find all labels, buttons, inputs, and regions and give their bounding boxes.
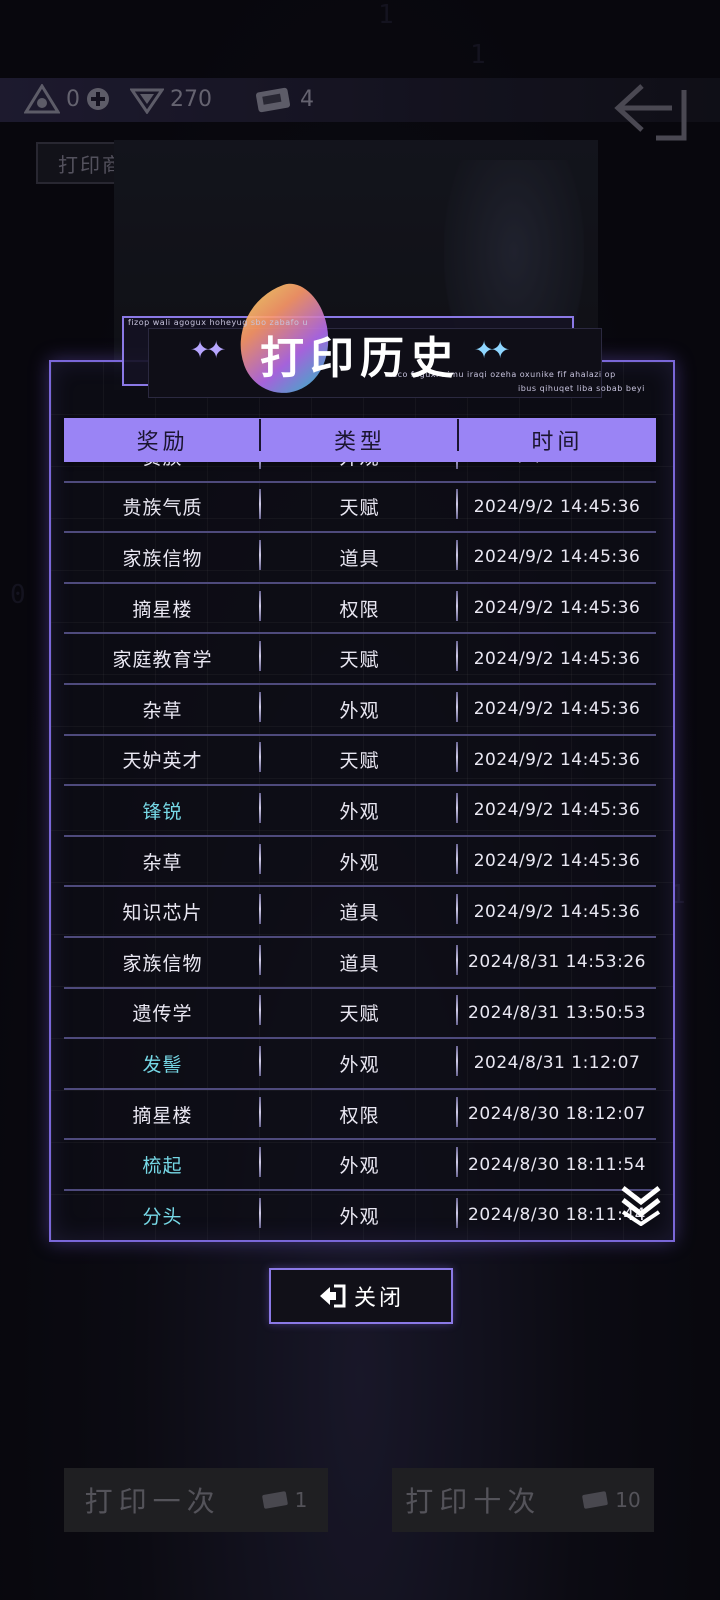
- reward-cell: 摘星楼: [64, 1096, 261, 1128]
- close-label: 关闭: [353, 1286, 404, 1311]
- reward-cell: 杂草: [64, 843, 261, 875]
- time-cell: 2024/9/2 14:45:36: [473, 800, 641, 821]
- scroll-down-chevron-icon: [621, 1186, 661, 1227]
- time-cell: 2024/9/2 14:45:36: [473, 851, 641, 872]
- type-cell: 权限: [261, 590, 458, 622]
- time-cell: 2024/8/30 18:12:07: [468, 1104, 646, 1125]
- type-cell: 外观: [261, 1147, 458, 1178]
- reward-cell: 梳起: [64, 1147, 261, 1178]
- type-cell: 权限: [261, 1096, 458, 1128]
- time-cell: 2024/9/2 14:45:36: [473, 648, 641, 669]
- time-cell: 2024/8/31 14:53:26: [468, 952, 646, 973]
- reward-cell: 家庭教育学: [64, 641, 261, 672]
- reward-cell: 知识芯片: [64, 894, 261, 925]
- type-cell: 外观: [261, 462, 458, 470]
- history-rows: 贵族外观2024/9/2 14:45:36贵族气质天赋2024/9/2 14:4…: [64, 462, 656, 1236]
- table-row: 摘星楼 权限 2024/8/30 18:12:07: [64, 1090, 656, 1141]
- table-row: 遗传学 天赋 2024/8/31 13:50:53: [64, 989, 656, 1040]
- column-header-type: 类型: [261, 419, 459, 456]
- history-table-header: 奖励 类型 时间: [64, 418, 656, 462]
- type-cell: 道具: [261, 944, 458, 976]
- history-list[interactable]: 贵族外观2024/9/2 14:45:36贵族气质天赋2024/9/2 14:4…: [64, 462, 656, 1236]
- time-cell: 2024/9/2 14:45:36: [473, 749, 641, 770]
- table-row: 贵族气质 天赋 2024/9/2 14:45:36: [64, 483, 656, 534]
- reward-cell: 贵族: [64, 462, 261, 470]
- column-header-time: 时间: [531, 430, 584, 455]
- type-cell: 天赋: [261, 995, 458, 1026]
- type-cell: 外观: [261, 1045, 458, 1077]
- type-cell: 天赋: [261, 489, 458, 520]
- type-cell: 外观: [261, 1197, 458, 1229]
- reward-cell: 分头: [64, 1197, 261, 1229]
- time-cell: 2024/9/2 14:45:36: [473, 699, 641, 720]
- table-row: 杂草 外观 2024/9/2 14:45:36: [64, 685, 656, 736]
- dialog-title: 打印历史: [260, 333, 460, 384]
- table-row: 梳起 外观 2024/8/30 18:11:54: [64, 1140, 656, 1191]
- column-header-reward: 奖励: [64, 419, 262, 456]
- table-row: 知识芯片 道具 2024/9/2 14:45:36: [64, 887, 656, 938]
- table-row: 天妒英才 天赋 2024/9/2 14:45:36: [64, 736, 656, 787]
- table-row: 发髻 外观 2024/8/31 1:12:07: [64, 1039, 656, 1090]
- close-button[interactable]: 关闭: [269, 1268, 453, 1324]
- type-cell: 外观: [261, 792, 458, 824]
- reward-cell: 锋锐: [64, 792, 261, 824]
- time-cell: 2024/9/2 14:45:36: [473, 901, 641, 922]
- type-cell: 外观: [261, 691, 458, 723]
- type-cell: 道具: [261, 894, 458, 925]
- reward-cell: 摘星楼: [64, 590, 261, 622]
- table-row: 贵族外观2024/9/2 14:45:36: [64, 462, 656, 483]
- type-cell: 天赋: [261, 742, 458, 773]
- time-cell: 2024/9/2 14:45:36: [473, 496, 641, 517]
- time-cell: 2024/8/31 13:50:53: [468, 1002, 646, 1023]
- time-cell: 2024/8/31 1:12:07: [473, 1053, 641, 1074]
- reward-cell: 天妒英才: [64, 742, 261, 773]
- time-cell: 2024/9/2 14:45:36: [458, 462, 656, 466]
- table-row: 家庭教育学 天赋 2024/9/2 14:45:36: [64, 634, 656, 685]
- table-row: 家族信物 道具 2024/9/2 14:45:36: [64, 533, 656, 584]
- reward-cell: 遗传学: [64, 995, 261, 1026]
- type-cell: 道具: [261, 539, 458, 571]
- reward-cell: 发髻: [64, 1045, 261, 1077]
- exit-icon: [319, 1284, 346, 1308]
- table-row: 杂草 外观 2024/9/2 14:45:36: [64, 837, 656, 888]
- time-cell: 2024/8/30 18:11:54: [468, 1154, 646, 1175]
- table-row: 锋锐 外观 2024/9/2 14:45:36: [64, 786, 656, 837]
- reward-cell: 贵族气质: [64, 489, 261, 520]
- table-row: 摘星楼 权限 2024/9/2 14:45:36: [64, 584, 656, 635]
- scroll-down-button[interactable]: [619, 1182, 663, 1227]
- reward-cell: 杂草: [64, 691, 261, 723]
- reward-cell: 家族信物: [64, 944, 261, 976]
- time-cell: 2024/9/2 14:45:36: [473, 547, 641, 568]
- type-cell: 外观: [261, 843, 458, 875]
- type-cell: 天赋: [261, 641, 458, 672]
- table-row: 家族信物 道具 2024/8/31 14:53:26: [64, 938, 656, 989]
- table-row: 分头 外观 2024/8/30 18:11:44: [64, 1191, 656, 1236]
- reward-cell: 家族信物: [64, 539, 261, 571]
- time-cell: 2024/9/2 14:45:36: [473, 598, 641, 619]
